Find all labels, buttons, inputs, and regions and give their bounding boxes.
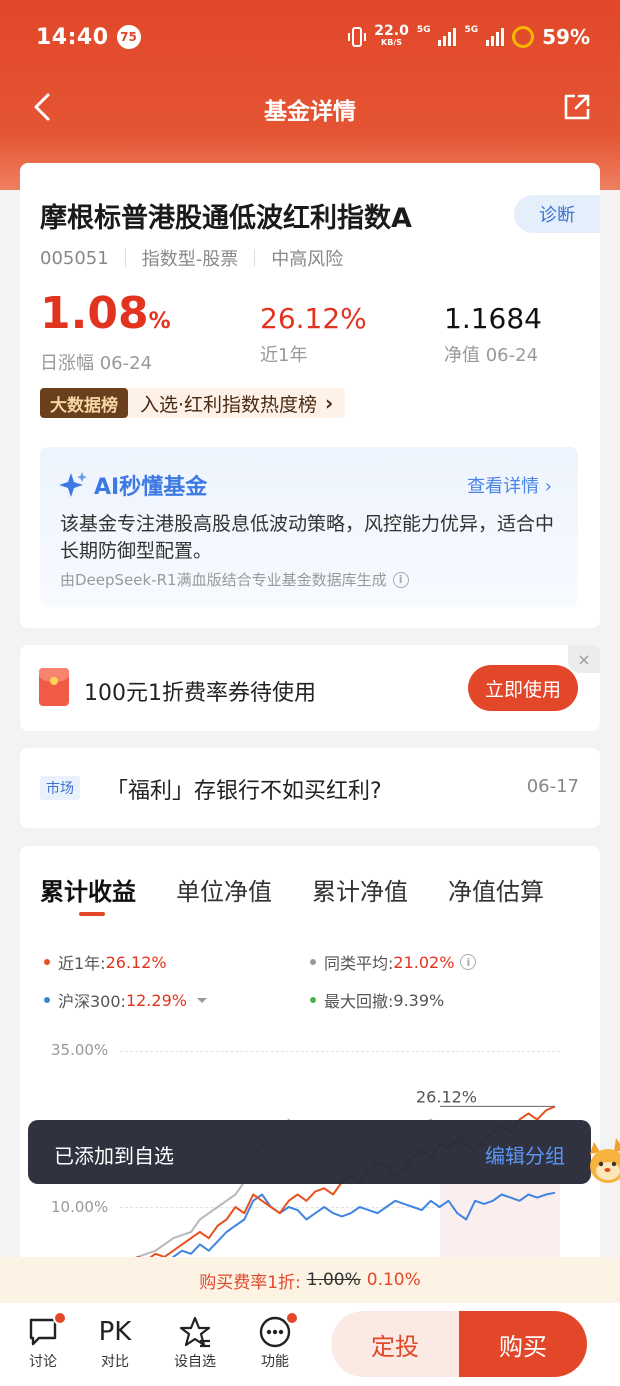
nav-stat: 1.1684 净值 06-24 bbox=[444, 301, 542, 367]
end-value-label: 26.12% bbox=[416, 1087, 477, 1106]
daily-change-unit: % bbox=[148, 309, 171, 334]
nav-value: 1.1684 bbox=[444, 302, 542, 335]
nav-label: 净值 06-24 bbox=[444, 345, 539, 366]
sparkle-icon bbox=[59, 472, 87, 497]
bottom-item-compare[interactable]: PK 对比 bbox=[85, 1313, 145, 1371]
red-envelope-icon bbox=[39, 668, 69, 706]
bottom-item-label: 对比 bbox=[101, 1354, 129, 1370]
nav-bar: 基金详情 bbox=[0, 80, 620, 136]
news-date: 06-17 bbox=[526, 776, 579, 797]
daily-change-number: 1.08 bbox=[40, 288, 149, 339]
signal-icon bbox=[486, 28, 505, 46]
ai-source: 由DeepSeek-R1满血版结合专业基金数据库生成 i bbox=[60, 569, 409, 590]
status-bar: 14:40 75 22.0 KB/S 5G 5G 59% bbox=[36, 22, 590, 52]
use-coupon-button[interactable]: 立即使用 bbox=[468, 665, 578, 711]
bottom-bar: 讨论 PK 对比 设自选 功能 定投 购买 bbox=[0, 1303, 620, 1386]
edit-group-link[interactable]: 编辑分组 bbox=[485, 1140, 565, 1169]
one-year-label: 近1年 bbox=[260, 345, 308, 366]
daily-change-label: 日涨幅 06-24 bbox=[40, 353, 153, 374]
notification-dot bbox=[285, 1311, 299, 1325]
bottom-item-label: 设自选 bbox=[174, 1354, 216, 1370]
pk-icon: PK bbox=[85, 1313, 145, 1351]
ai-header: AI秒懂基金 bbox=[58, 469, 207, 501]
bottom-item-label: 功能 bbox=[261, 1354, 289, 1370]
header-background: 14:40 75 22.0 KB/S 5G 5G 59% 基金详情 bbox=[0, 0, 620, 190]
news-tag: 市场 bbox=[40, 776, 80, 800]
pk-glyph: PK bbox=[98, 1317, 132, 1347]
star-icon-wrap bbox=[165, 1313, 225, 1351]
buy-button[interactable]: 购买 bbox=[459, 1311, 587, 1377]
ai-summary-card[interactable]: AI秒懂基金 查看详情 › 该基金专注港股高股息低波动策略，风控能力优异，适合中… bbox=[40, 447, 578, 607]
daily-change-stat: 1.08% 日涨幅 06-24 bbox=[40, 291, 171, 375]
diagnose-button[interactable]: 诊断 bbox=[514, 195, 600, 233]
news-title: 「福利」存银行不如买红利? bbox=[106, 779, 382, 804]
more-icon-wrap bbox=[245, 1311, 305, 1351]
one-year-stat: 26.12% 近1年 bbox=[260, 301, 367, 367]
bottom-item-functions[interactable]: 功能 bbox=[245, 1311, 305, 1371]
rank-tag: 大数据榜 bbox=[40, 388, 128, 418]
fund-name: 摩根标普港股通低波红利指数A bbox=[40, 203, 412, 234]
sim2-5g-label: 5G bbox=[464, 25, 479, 35]
rank-text: 入选·红利指数热度榜 bbox=[140, 393, 318, 416]
daily-change-value: 1.08% bbox=[40, 291, 171, 345]
net-speed-value: 22.0 bbox=[374, 23, 409, 39]
rank-banner[interactable]: 大数据榜 入选·红利指数热度榜 › bbox=[40, 388, 346, 418]
fund-risk: 中高风险 bbox=[271, 249, 344, 270]
one-year-value: 26.12% bbox=[260, 302, 367, 335]
ai-summary-text: 该基金专注港股高股息低波动策略，风控能力优异，适合中长期防御型配置。 bbox=[60, 513, 555, 562]
vibrate-icon bbox=[348, 27, 367, 47]
battery-icon bbox=[512, 26, 535, 48]
ai-more-link[interactable]: 查看详情 › bbox=[467, 472, 552, 498]
ai-source-text: 由DeepSeek-R1满血版结合专业基金数据库生成 bbox=[60, 571, 387, 589]
purchase-fee-bar: 购买费率1折: 1.00% 0.10% bbox=[0, 1257, 620, 1303]
fund-type: 指数型-股票 bbox=[141, 249, 239, 270]
fee-discount: 0.10% bbox=[366, 1270, 421, 1290]
page-title: 基金详情 bbox=[264, 99, 356, 125]
status-time: 14:40 bbox=[36, 24, 109, 50]
chevron-right-icon: › bbox=[325, 391, 334, 415]
notification-count-badge: 75 bbox=[116, 25, 141, 49]
mascot-icon[interactable] bbox=[586, 1134, 620, 1186]
comment-icon-wrap bbox=[13, 1311, 73, 1351]
bottom-item-discuss[interactable]: 讨论 bbox=[13, 1311, 73, 1371]
close-icon[interactable]: × bbox=[568, 645, 600, 673]
bottom-item-label: 讨论 bbox=[29, 1354, 57, 1370]
fund-meta: 005051 指数型-股票 中高风险 bbox=[40, 245, 343, 271]
net-speed: 22.0 KB/S bbox=[374, 23, 409, 48]
news-item[interactable]: 市场 「福利」存银行不如买红利? 06-17 bbox=[20, 748, 600, 828]
chart-card: 累计收益 单位净值 累计净值 净值估算 近1年: 26.12% 同类平均: 21… bbox=[20, 846, 600, 1266]
fund-code: 005051 bbox=[40, 247, 109, 269]
bottom-item-watchlist[interactable]: 设自选 bbox=[165, 1313, 225, 1371]
ai-card-container: AI秒懂基金 查看详情 › 该基金专注港股高股息低波动策略，风控能力优异，适合中… bbox=[20, 430, 600, 628]
regular-investment-button[interactable]: 定投 bbox=[331, 1311, 459, 1377]
ai-title: AI秒懂基金 bbox=[94, 475, 208, 500]
signal-icon bbox=[438, 28, 457, 46]
coupon-text: 100元1折费率券待使用 bbox=[84, 681, 316, 706]
battery-percent: 59% bbox=[542, 25, 590, 49]
net-speed-unit: KB/S bbox=[381, 38, 403, 47]
star-icon bbox=[179, 1316, 211, 1348]
coupon-card: 100元1折费率券待使用 立即使用 × bbox=[20, 645, 600, 731]
toast-notification: 已添加到自选 编辑分组 bbox=[28, 1120, 591, 1184]
status-right: 22.0 KB/S 5G 5G 59% bbox=[348, 23, 590, 49]
fund-summary-card: 摩根标普港股通低波红利指数A 诊断 005051 指数型-股票 中高风险 1.0… bbox=[20, 163, 600, 445]
return-chart[interactable]: 26.12% bbox=[20, 846, 600, 1266]
divider bbox=[124, 249, 126, 267]
notification-dot bbox=[53, 1311, 67, 1325]
toast-message: 已添加到自选 bbox=[54, 1144, 174, 1168]
fee-label: 购买费率1折: bbox=[199, 1272, 301, 1293]
fee-original: 1.00% bbox=[306, 1270, 361, 1290]
info-icon[interactable]: i bbox=[392, 571, 409, 588]
divider bbox=[254, 249, 256, 267]
sim1-5g-label: 5G bbox=[416, 25, 431, 35]
share-icon[interactable] bbox=[562, 92, 592, 122]
